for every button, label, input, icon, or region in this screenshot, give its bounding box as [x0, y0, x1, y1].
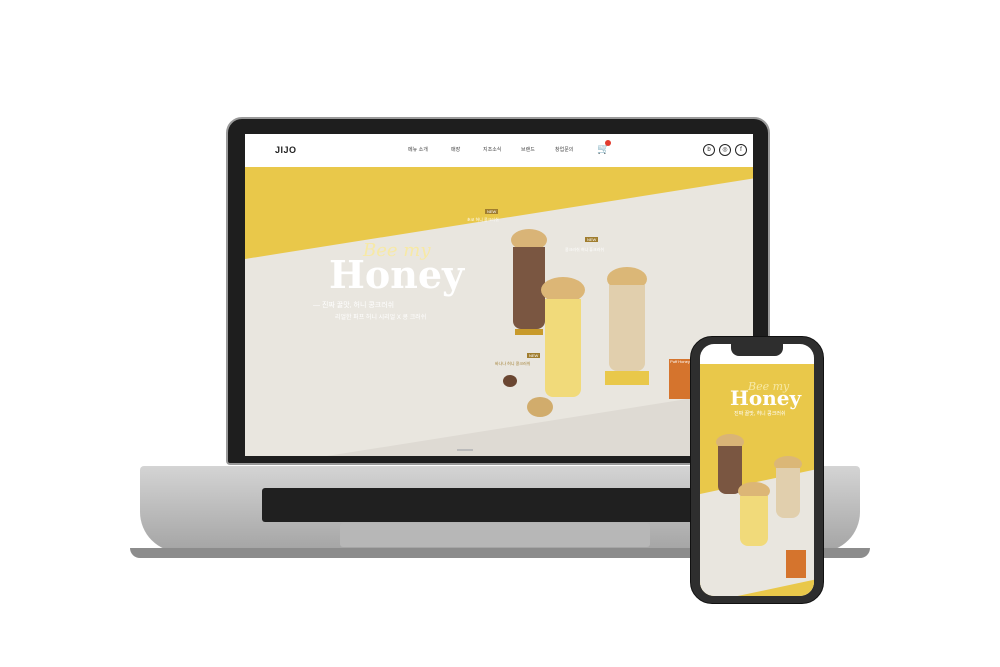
- facebook-icon[interactable]: f: [735, 144, 747, 156]
- laptop-trackpad: [340, 523, 650, 547]
- nav-item-menu[interactable]: 메뉴 소개: [408, 146, 428, 153]
- banana-drink-cup: [740, 496, 768, 546]
- phone-title: Honey: [730, 386, 802, 410]
- product-label: 바나나 허니 콩크러쉬: [495, 361, 531, 366]
- cart-badge: [605, 140, 611, 146]
- hero-title: Honey: [329, 252, 465, 297]
- laptop-screen: JIJO 메뉴 소개 매장 지조소식 브랜드 창업문의 🛒 b ◎ f Bee …: [245, 134, 753, 456]
- new-badge: NEW: [485, 209, 499, 214]
- banana-drink-cup: [545, 299, 581, 397]
- hero-banner: Bee my Honey — 진짜 꿀맛, 허니 콩크러쉬 리얼한 퍼프 허니 …: [245, 167, 753, 456]
- phone-screen: Bee my Honey 진짜 꿀맛, 허니 콩크러쉬: [700, 344, 814, 596]
- slider-indicator[interactable]: [457, 449, 473, 451]
- laptop-keyboard: [262, 488, 732, 522]
- cup-stand: [515, 329, 543, 335]
- new-badge: NEW: [527, 353, 541, 358]
- product-label: 콩크러쉬 허니 퓨크러쉬: [565, 247, 605, 252]
- hero-subtitle: 리얼한 퍼프 허니 시리얼 X 콩 크러쉬: [335, 315, 427, 321]
- new-badge: NEW: [585, 237, 599, 242]
- blog-icon[interactable]: b: [703, 144, 715, 156]
- phone-cereal-box: [786, 550, 806, 578]
- cereal-box: Puff Honey: [669, 359, 691, 399]
- phone-tagline: 진짜 꿀맛, 허니 콩크러쉬: [734, 411, 786, 417]
- chocolate-piece: [503, 375, 517, 387]
- phone-notch: [731, 344, 783, 356]
- instagram-icon[interactable]: ◎: [719, 144, 731, 156]
- hero-tagline: — 진짜 꿀맛, 허니 콩크러쉬: [313, 302, 395, 309]
- nav-item-brand[interactable]: 브랜드: [521, 146, 535, 153]
- cup-stand: [605, 371, 649, 385]
- loose-cereal: [527, 397, 553, 417]
- product-label: 초코 허니 콩크러쉬: [467, 217, 499, 222]
- nav-item-stores[interactable]: 매장: [451, 146, 460, 153]
- cream-drink-cup: [776, 468, 800, 518]
- cream-drink-cup: [609, 285, 645, 371]
- nav-item-franchise[interactable]: 창업문의: [555, 146, 573, 153]
- nav-item-news[interactable]: 지조소식: [483, 146, 501, 153]
- site-logo[interactable]: JIJO: [275, 145, 297, 155]
- site-navbar: JIJO 메뉴 소개 매장 지조소식 브랜드 창업문의 🛒 b ◎ f: [245, 134, 753, 168]
